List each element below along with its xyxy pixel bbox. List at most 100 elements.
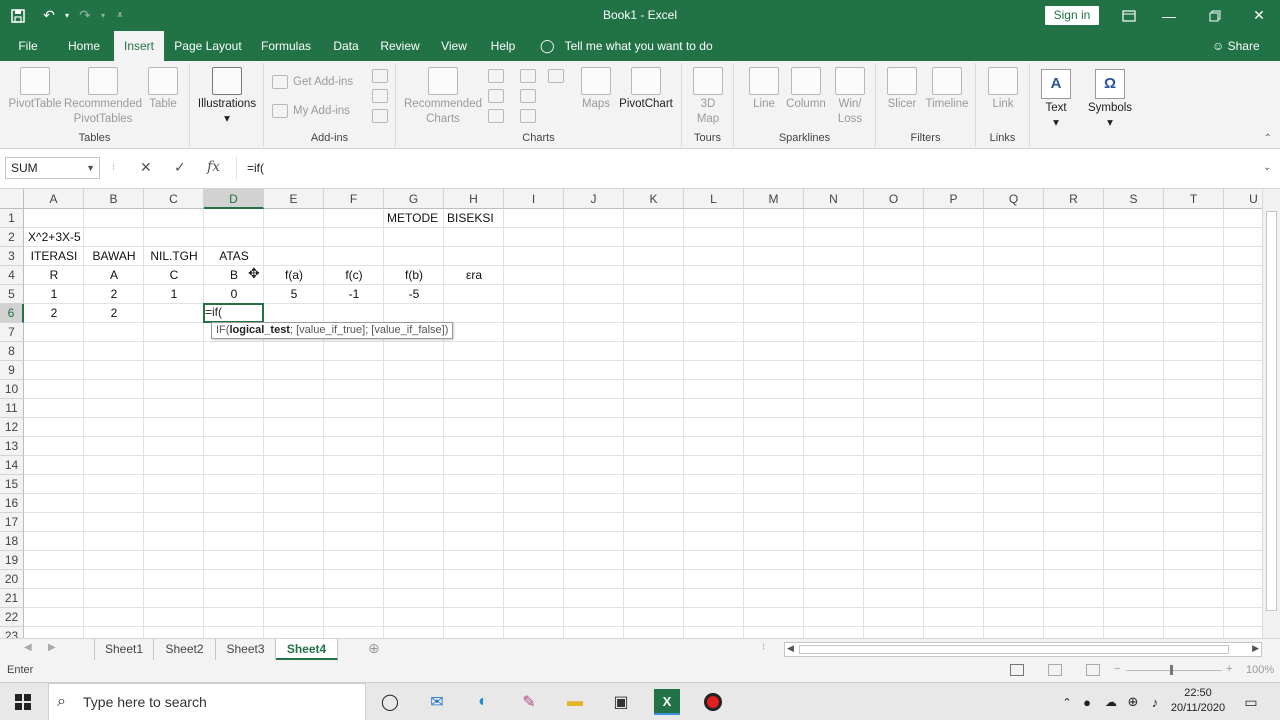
column-header-p[interactable]: P (924, 189, 984, 209)
column-header-h[interactable]: H (444, 189, 504, 209)
minimize-icon[interactable]: — (1146, 0, 1192, 31)
zoom-in-icon[interactable]: + (1226, 663, 1232, 675)
tab-home[interactable]: Home (60, 31, 108, 61)
recommended-pivottables-button[interactable]: Recommended PivotTables (62, 67, 144, 127)
recorder-icon[interactable] (700, 689, 726, 715)
cell-d3[interactable]: ATAS (204, 247, 264, 266)
microphone-icon[interactable]: ● (1074, 689, 1100, 715)
row-header-4[interactable]: 4 (0, 266, 24, 285)
timeline-button[interactable]: Timeline (922, 67, 972, 112)
row-header-19[interactable]: 19 (0, 551, 24, 570)
row-header-10[interactable]: 10 (0, 380, 24, 399)
table-button[interactable]: Table (144, 67, 182, 112)
system-clock[interactable]: 22:50 20/11/2020 (1168, 686, 1228, 716)
pie-chart-icon[interactable] (488, 109, 504, 123)
save-icon[interactable] (0, 0, 36, 31)
scroll-sheets-left-icon[interactable]: ◀ (24, 642, 32, 653)
cell-h1[interactable]: BISEKSI (447, 209, 507, 228)
column-header-m[interactable]: M (744, 189, 804, 209)
horizontal-scroll-thumb[interactable] (799, 645, 1229, 654)
column-header-o[interactable]: O (864, 189, 924, 209)
function-tooltip[interactable]: IF(logical_test; [value_if_true]; [value… (211, 322, 454, 339)
formula-input[interactable]: =if( (236, 157, 1261, 179)
column-header-s[interactable]: S (1104, 189, 1164, 209)
worksheet-grid[interactable]: ABCDEFGHIJKLMNOPQRSTU 1 2 3 4 5 6 7 8 9 10 11 12 13 1… (0, 189, 1280, 638)
text-button[interactable]: A Text ▾ (1036, 67, 1076, 131)
pivottable-button[interactable]: PivotTable (6, 67, 64, 112)
hierarchy-chart-icon[interactable] (520, 69, 536, 83)
expand-formula-bar-icon[interactable]: ⌄ (1263, 162, 1271, 173)
sheet-tab-sheet2[interactable]: Sheet2 (154, 639, 216, 660)
cell-b5[interactable]: 2 (84, 285, 144, 304)
cell-e4[interactable]: f(a) (264, 266, 324, 285)
tab-formulas[interactable]: Formulas (256, 31, 316, 61)
row-header-14[interactable]: 14 (0, 456, 24, 475)
windows-start-icon[interactable] (10, 689, 36, 715)
cell-c4[interactable]: C (144, 266, 204, 285)
cell-c5[interactable]: 1 (144, 285, 204, 304)
tab-view[interactable]: View (436, 31, 472, 61)
scroll-right-icon[interactable]: ▶ (1252, 643, 1259, 654)
column-header-i[interactable]: I (504, 189, 564, 209)
column-header-a[interactable]: A (24, 189, 84, 209)
sparkline-winloss-button[interactable]: Win/ Loss (830, 67, 870, 127)
addin-people-icon[interactable] (372, 69, 388, 83)
cell-g1[interactable]: METODE (387, 209, 447, 228)
tab-help[interactable]: Help (484, 31, 522, 61)
line-chart-icon[interactable] (488, 89, 504, 103)
row-header-6[interactable]: 6 (0, 304, 24, 323)
column-header-j[interactable]: J (564, 189, 624, 209)
cell-a3[interactable]: ITERASI (24, 247, 84, 266)
column-header-l[interactable]: L (684, 189, 744, 209)
maps-button[interactable]: Maps (576, 67, 616, 112)
column-header-r[interactable]: R (1044, 189, 1104, 209)
row-header-12[interactable]: 12 (0, 418, 24, 437)
column-header-g[interactable]: G (384, 189, 444, 209)
row-header-7[interactable]: 7 (0, 323, 24, 342)
zoom-slider-thumb[interactable] (1170, 665, 1173, 675)
horizontal-scrollbar[interactable]: ◀ ▶ (784, 642, 1262, 657)
row-header-22[interactable]: 22 (0, 608, 24, 627)
collapse-ribbon-icon[interactable]: ⌃ (1264, 133, 1272, 144)
active-cell[interactable]: =if( (203, 303, 264, 323)
row-header-20[interactable]: 20 (0, 570, 24, 589)
cell-a4[interactable]: R (24, 266, 84, 285)
addin-visio-icon[interactable] (372, 109, 388, 123)
tab-page-layout[interactable]: Page Layout (170, 31, 246, 61)
cell-g4[interactable]: f(b) (384, 266, 444, 285)
redo-dropdown-icon[interactable]: ▾ (98, 0, 108, 31)
tab-review[interactable]: Review (376, 31, 424, 61)
column-chart-icon[interactable] (488, 69, 504, 83)
normal-view-icon[interactable] (1010, 664, 1024, 676)
volume-icon[interactable]: ♪ (1142, 689, 1168, 715)
scatter-chart-icon[interactable] (548, 69, 564, 83)
enter-icon[interactable]: ✓ (174, 159, 186, 176)
cell-b3[interactable]: BAWAH (84, 247, 144, 266)
my-addins-button[interactable]: My Add-ins (272, 104, 350, 118)
page-break-view-icon[interactable] (1086, 664, 1100, 676)
redo-icon[interactable]: ↷ (72, 0, 98, 31)
cell-c3[interactable]: NIL.TGH (144, 247, 204, 266)
column-header-b[interactable]: B (84, 189, 144, 209)
excel-taskbar-icon[interactable]: X (654, 689, 680, 715)
sheet-tab-sheet3[interactable]: Sheet3 (216, 639, 276, 660)
insert-function-icon[interactable]: fx (207, 159, 220, 175)
cell-f4[interactable]: f(c) (324, 266, 384, 285)
scroll-sheets-right-icon[interactable]: ▶ (48, 642, 56, 653)
customize-qat-icon[interactable]: ⩡ (108, 0, 132, 31)
row-header-11[interactable]: 11 (0, 399, 24, 418)
sheet-tab-sheet4[interactable]: Sheet4 (276, 639, 338, 660)
notifications-icon[interactable]: ▭ (1238, 689, 1264, 715)
sign-in-button[interactable]: Sign in (1045, 6, 1099, 25)
mail-icon[interactable]: ✉ (424, 689, 450, 715)
slicer-button[interactable]: Slicer (882, 67, 922, 112)
statistic-chart-icon[interactable] (520, 89, 536, 103)
zoom-slider[interactable] (1126, 665, 1222, 675)
cell-d5[interactable]: 0 (204, 285, 264, 304)
name-box-dropdown-icon[interactable]: ▼ (86, 158, 95, 178)
row-header-5[interactable]: 5 (0, 285, 24, 304)
cancel-icon[interactable]: ✕ (140, 159, 152, 176)
sheet-tab-sheet1[interactable]: Sheet1 (94, 639, 154, 660)
get-addins-button[interactable]: Get Add-ins (272, 75, 353, 89)
row-header-15[interactable]: 15 (0, 475, 24, 494)
